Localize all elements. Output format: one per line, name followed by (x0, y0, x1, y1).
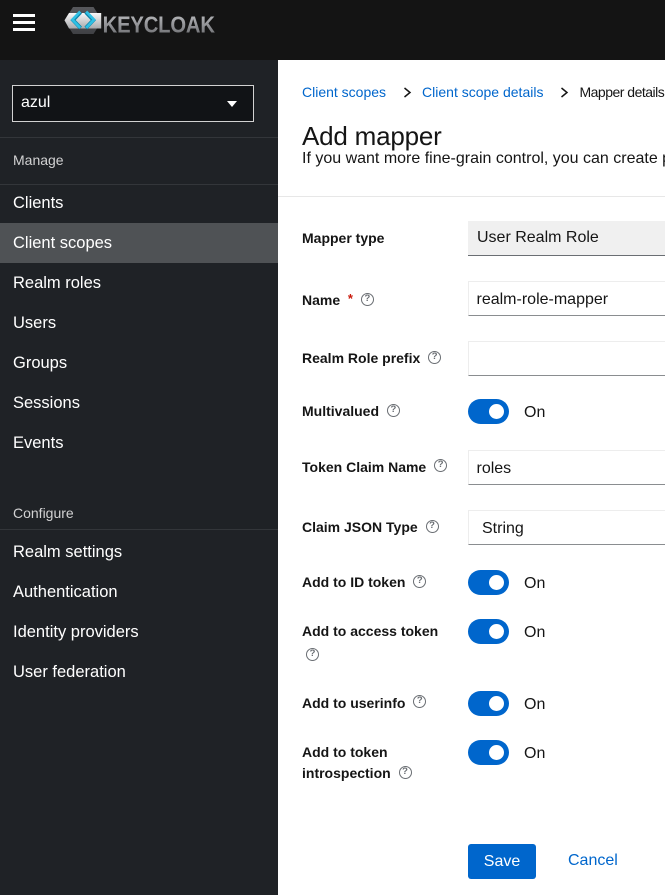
svg-text:KEYCLOAK: KEYCLOAK (103, 11, 216, 38)
